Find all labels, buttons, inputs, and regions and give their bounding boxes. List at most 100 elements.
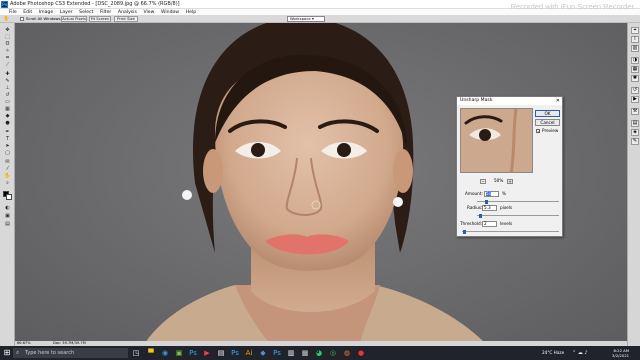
move-tool-icon[interactable]: ✥ (4, 27, 11, 33)
store-icon[interactable]: ▣ (174, 348, 184, 358)
unsharp-mask-dialog: Unsharp Mask ✕ OK Cancel ✓ Preview − 50%… (456, 96, 563, 237)
radius-slider-knob[interactable] (478, 214, 482, 218)
info-panel-icon[interactable]: i (631, 36, 639, 43)
edge-browser-icon[interactable]: ◉ (160, 348, 170, 358)
channels-panel-icon[interactable]: ◈ (631, 129, 639, 136)
taskbar-search-placeholder: Type here to search (25, 350, 75, 356)
dialog-title: Unsharp Mask (457, 97, 562, 105)
paths-panel-icon[interactable]: ✎ (631, 138, 639, 145)
tool-presets-panel-icon[interactable]: ⚒ (631, 108, 639, 115)
hand-tool-icon[interactable]: ✋ (3, 16, 9, 22)
healing-brush-tool-icon[interactable]: ✚ (4, 71, 11, 77)
threshold-slider-track[interactable] (462, 231, 559, 232)
threshold-field[interactable]: 2 (482, 221, 497, 227)
print-size-button[interactable]: Print Size (114, 16, 138, 22)
photoshop-taskbar-icon[interactable]: Ps (188, 348, 198, 358)
clock-date: 3/2/2021 (612, 353, 630, 358)
weather-widget[interactable]: 24°C Haze (542, 348, 564, 358)
amount-field[interactable]: 51 (484, 191, 499, 197)
quick-mask-icon[interactable]: ◐ (4, 205, 11, 211)
amount-slider-knob[interactable] (485, 200, 489, 204)
actual-pixels-button[interactable]: Actual Pixels (61, 16, 87, 22)
edit-in-imageready-icon[interactable]: ▤ (4, 221, 11, 227)
task-view-icon[interactable]: ◳ (131, 348, 141, 358)
magic-wand-tool-icon[interactable]: ✧ (4, 48, 11, 54)
cancel-button[interactable]: Cancel (535, 119, 560, 126)
taskbar-search[interactable]: ⌕ Type here to search (13, 348, 128, 358)
fit-screen-button[interactable]: Fit Screen (89, 16, 111, 22)
recorder-taskbar-icon[interactable]: ● (356, 348, 366, 358)
zoom-out-button[interactable]: − (480, 179, 486, 184)
whatsapp-icon[interactable]: ◕ (314, 348, 324, 358)
close-icon[interactable]: ✕ (556, 97, 560, 105)
toolbox: ✥ ⬚ ʘ ✧ ⌗ ⟋ ✚ ✎ ⊥ ↺ ▭ ▦ ◆ ● ✒ T ➤ ▢ ✉ ⁄ … (0, 23, 15, 346)
scroll-all-label: Scroll All Windows (26, 16, 61, 21)
lasso-tool-icon[interactable]: ʘ (4, 41, 11, 47)
crop-tool-icon[interactable]: ⌗ (4, 55, 11, 61)
ok-button[interactable]: OK (535, 110, 560, 117)
app-taskbar-icon[interactable]: ▤ (216, 348, 226, 358)
scroll-all-checkbox[interactable] (20, 17, 24, 21)
layers-panel-icon[interactable]: ▤ (631, 120, 639, 127)
windows-start-icon[interactable]: ⊞ (2, 348, 12, 358)
path-selection-tool-icon[interactable]: ➤ (4, 143, 11, 149)
app3-taskbar-icon[interactable]: ▥ (286, 348, 296, 358)
amount-slider-track[interactable] (477, 201, 559, 202)
clone-stamp-tool-icon[interactable]: ⊥ (4, 85, 11, 91)
window-title: Adobe Photoshop CS3 Extended - [DSC_2089… (10, 1, 180, 7)
gradient-tool-icon[interactable]: ▦ (4, 106, 11, 112)
firefox-icon[interactable]: ◍ (342, 348, 352, 358)
hand-tool-icon[interactable]: ✋ (4, 173, 11, 179)
slice-tool-icon[interactable]: ⟋ (4, 62, 11, 68)
chrome-icon[interactable]: ◎ (328, 348, 338, 358)
media-app-icon[interactable]: ▶ (202, 348, 212, 358)
background-color-swatch[interactable] (6, 194, 12, 200)
history-panel-icon[interactable]: ↺ (631, 87, 639, 94)
navigator-panel-icon[interactable]: ⌖ (631, 27, 639, 34)
screen-mode-icon[interactable]: ▣ (4, 213, 11, 219)
radius-field[interactable]: 5.3 (482, 205, 497, 211)
threshold-slider-knob[interactable] (462, 230, 466, 234)
photoshop-logo-icon: Ps (1, 1, 8, 8)
amount-unit: % (502, 191, 506, 196)
options-bar: ✋ Scroll All Windows Actual Pixels Fit S… (0, 15, 640, 23)
workspace-dropdown[interactable]: Workspace ▾ (287, 16, 325, 22)
preview-checkbox[interactable]: ✓ (536, 129, 540, 134)
preview-zoom-level: 50% (494, 178, 504, 183)
histogram-panel-icon[interactable]: ▥ (631, 45, 639, 52)
threshold-label: Threshold: (460, 221, 483, 226)
app4-taskbar-icon[interactable]: ▩ (300, 348, 310, 358)
radius-slider-track[interactable] (477, 215, 559, 216)
swatches-panel-icon[interactable]: ▦ (631, 66, 639, 73)
tray-icons[interactable]: ⌃ ☁ ♪ (572, 348, 588, 358)
preview-thumbnail[interactable] (460, 108, 533, 173)
zoom-tool-icon[interactable]: ⌕ (4, 180, 11, 186)
blur-tool-icon[interactable]: ◆ (4, 113, 11, 119)
marquee-tool-icon[interactable]: ⬚ (4, 34, 11, 40)
photoshop-cs3-taskbar-icon[interactable]: Ps (272, 348, 282, 358)
app2-taskbar-icon[interactable]: ◆ (258, 348, 268, 358)
file-explorer-icon[interactable]: ▀ (146, 348, 156, 358)
dodge-tool-icon[interactable]: ● (4, 120, 11, 126)
color-panel-icon[interactable]: ◑ (631, 57, 639, 64)
eyedropper-tool-icon[interactable]: ⁄ (4, 166, 11, 172)
amount-label: Amount: (465, 191, 483, 196)
shape-tool-icon[interactable]: ▢ (4, 150, 11, 156)
clock[interactable]: 8:22 AM 3/2/2021 (612, 348, 629, 358)
panel-strip: ⌖ i ▥ ◑ ▦ ✱ ↺ ▶ ⚒ ▤ ◈ ✎ (627, 23, 640, 346)
type-tool-icon[interactable]: T (4, 136, 11, 142)
brush-tool-icon[interactable]: ✎ (4, 78, 11, 84)
eraser-tool-icon[interactable]: ▭ (4, 99, 11, 105)
threshold-unit: levels (500, 221, 513, 226)
preview-label: Preview (542, 128, 559, 133)
radius-label: Radius: (467, 205, 483, 210)
search-icon: ⌕ (16, 349, 20, 356)
styles-panel-icon[interactable]: ✱ (631, 75, 639, 82)
illustrator-taskbar-icon[interactable]: Ai (244, 348, 254, 358)
actions-panel-icon[interactable]: ▶ (631, 96, 639, 103)
photoshop-alt-taskbar-icon[interactable]: Ps (230, 348, 240, 358)
pen-tool-icon[interactable]: ✒ (4, 129, 11, 135)
history-brush-tool-icon[interactable]: ↺ (4, 92, 11, 98)
zoom-in-button[interactable]: + (507, 179, 513, 184)
notes-tool-icon[interactable]: ✉ (4, 159, 11, 165)
